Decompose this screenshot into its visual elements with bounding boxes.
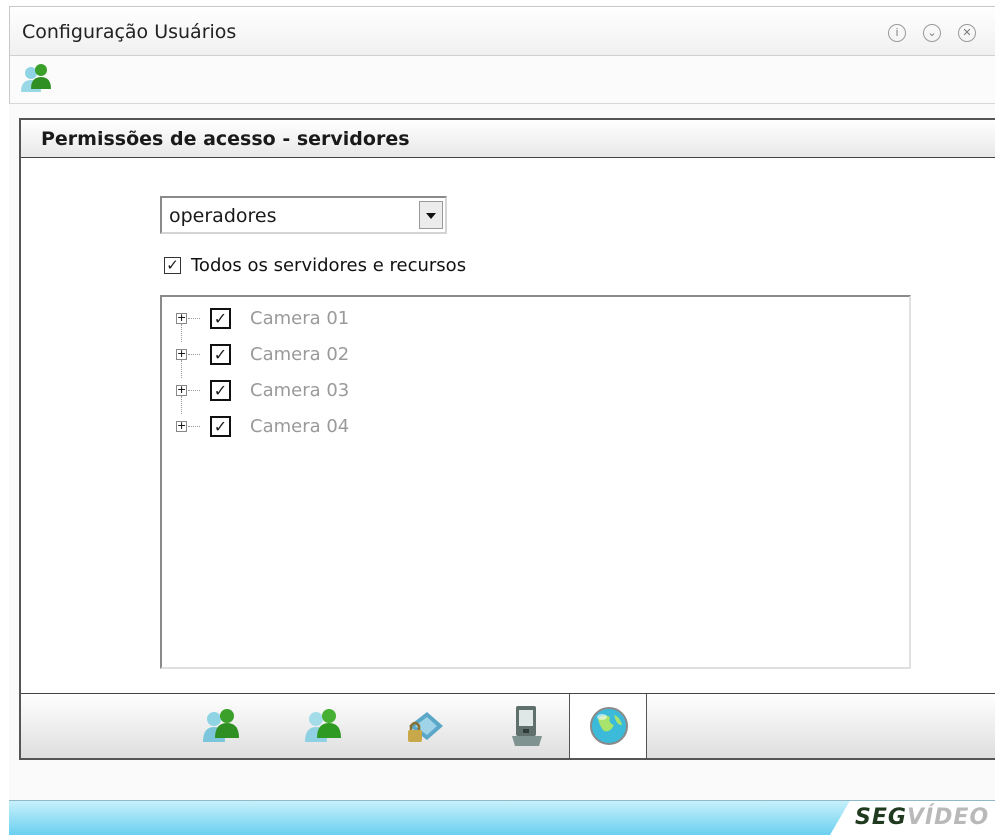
- expand-icon[interactable]: +: [176, 312, 187, 324]
- brand-video: VÍDEO: [906, 805, 990, 830]
- expand-icon[interactable]: +: [176, 420, 187, 432]
- servers-tree[interactable]: + ✓ Camera 01 + ✓ Camera 02 + ✓ Camera 0…: [160, 295, 911, 669]
- node-checkbox[interactable]: ✓: [210, 344, 231, 365]
- panel-title: Permissões de acesso - servidores: [41, 128, 410, 150]
- all-servers-label: Todos os servidores e recursos: [191, 255, 467, 276]
- access-permissions-panel: Permissões de acesso - servidores operad…: [19, 118, 995, 760]
- title-bar: Configuração Usuários i ⌄ ✕: [9, 6, 995, 56]
- tab-users[interactable]: [183, 694, 261, 758]
- node-label: Camera 03: [250, 380, 350, 401]
- users-icon[interactable]: [20, 62, 52, 100]
- users-blue-icon: [201, 706, 241, 750]
- section-tabbar: [21, 693, 995, 758]
- node-checkbox[interactable]: ✓: [210, 380, 231, 401]
- expand-icon[interactable]: +: [176, 384, 187, 396]
- config-users-window: Configuração Usuários i ⌄ ✕ Permissões d…: [9, 6, 995, 835]
- tree-connector: [188, 426, 200, 427]
- all-servers-checkbox[interactable]: ✓: [164, 257, 181, 274]
- tab-servers[interactable]: [569, 694, 647, 758]
- tab-devices[interactable]: [489, 694, 567, 758]
- chevron-down-icon[interactable]: [419, 201, 443, 229]
- minimize-icon[interactable]: ⌄: [923, 24, 941, 42]
- node-label: Camera 04: [250, 416, 350, 437]
- tab-groups[interactable]: [285, 694, 363, 758]
- lock-network-icon: [405, 706, 445, 750]
- close-icon[interactable]: ✕: [958, 24, 976, 42]
- node-label: Camera 01: [250, 308, 350, 329]
- expand-icon[interactable]: +: [176, 348, 187, 360]
- tree-node[interactable]: + ✓ Camera 02: [162, 341, 862, 378]
- tree-node[interactable]: + ✓ Camera 03: [162, 377, 862, 414]
- tab-network-security[interactable]: [387, 694, 465, 758]
- tree-node[interactable]: + ✓ Camera 04: [162, 413, 862, 443]
- tree-connector: [181, 360, 182, 378]
- brand-logo: SEGVÍDEO: [830, 801, 995, 835]
- user-group-select-value: operadores: [169, 205, 277, 227]
- node-checkbox[interactable]: ✓: [210, 416, 231, 437]
- tree-connector: [181, 396, 182, 414]
- tree-node[interactable]: + ✓ Camera 01: [162, 305, 862, 342]
- brand-seg: SEG: [855, 805, 907, 830]
- window-title: Configuração Usuários: [22, 21, 237, 43]
- device-icon: [509, 704, 545, 752]
- panel-header: Permissões de acesso - servidores: [21, 120, 995, 158]
- globe-icon: [588, 705, 630, 751]
- tree-connector: [188, 318, 200, 319]
- brand-logo-text: SEGVÍDEO: [855, 805, 989, 830]
- users-green-icon: [303, 706, 343, 750]
- user-group-select[interactable]: operadores: [160, 196, 447, 234]
- toolbar: [9, 56, 995, 104]
- tree-connector: [188, 354, 200, 355]
- node-checkbox[interactable]: ✓: [210, 308, 231, 329]
- tree-connector: [181, 324, 182, 342]
- node-label: Camera 02: [250, 344, 350, 365]
- tree-connector: [188, 390, 200, 391]
- footer-bar: SEGVÍDEO: [9, 800, 995, 835]
- info-icon[interactable]: i: [888, 24, 906, 42]
